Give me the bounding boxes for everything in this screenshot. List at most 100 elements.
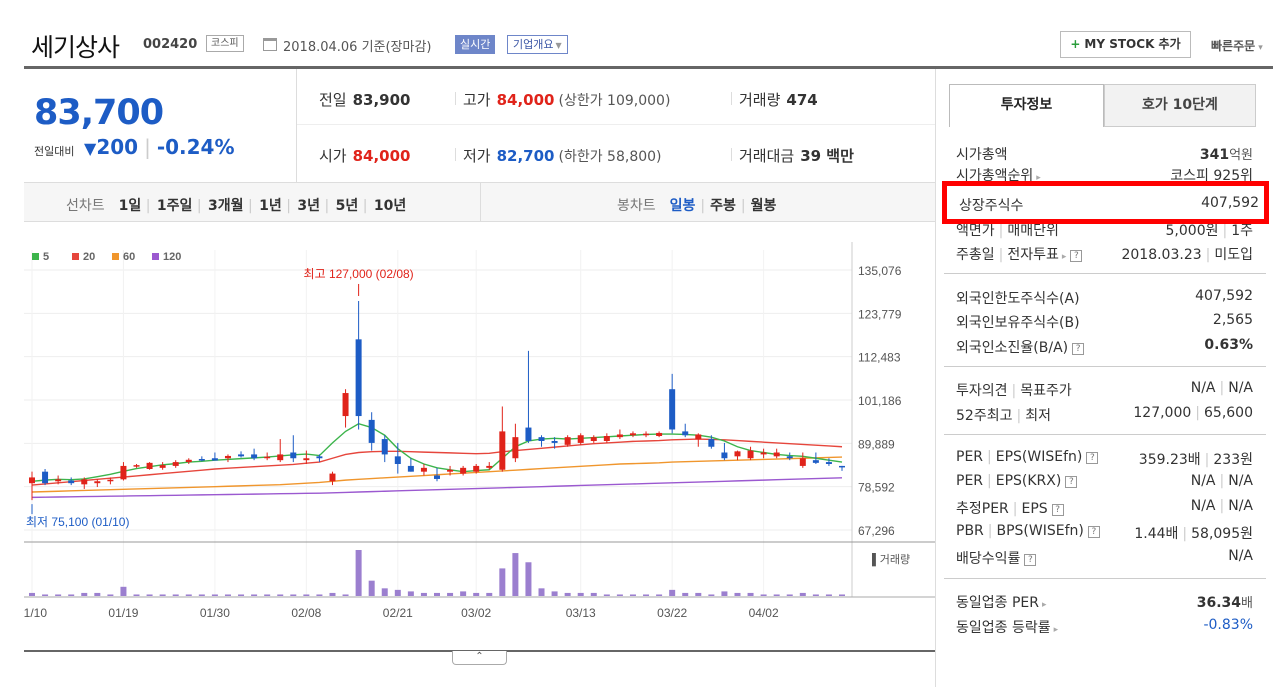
trade-amount: 거래대금 39 백만 [739, 147, 854, 165]
volume-bar [29, 592, 35, 596]
volume-bar [447, 592, 454, 596]
market-cap-row: 시가총액 341억원 [956, 147, 1253, 163]
legend-label: 20 [83, 251, 95, 263]
x-tick-label: 03/13 [566, 606, 596, 620]
candlestick-chart[interactable]: 135,076 123,779 112,483 101,186 89,889 78,592… [17, 222, 935, 650]
candle-body [643, 433, 650, 436]
volume-bar [473, 592, 480, 596]
candle-body [812, 460, 819, 463]
candle-body [368, 419, 375, 443]
realtime-button[interactable]: 실시간 [455, 35, 496, 54]
candle-body [721, 452, 728, 459]
volume-bar [238, 594, 245, 596]
legend-swatch [112, 253, 119, 260]
quick-order-button[interactable]: 빠른주문 ▾ [1211, 37, 1263, 54]
volume-bar [303, 594, 310, 596]
volume-bar [381, 588, 388, 596]
candle-body [486, 465, 493, 468]
y-tick-label: 67,296 [858, 524, 895, 538]
candle-body [68, 480, 75, 484]
candle-body [224, 455, 231, 459]
per-krx-row: PER | EPS(KRX)? N/A | N/A [956, 473, 1253, 489]
base-date: 2018.04.06 기준(장마감) [283, 40, 432, 55]
tab-3month[interactable]: 3개월 [208, 198, 244, 214]
y-tick-label: 78,592 [858, 481, 895, 495]
company-overview-button[interactable]: 기업개요 ▼ [507, 35, 568, 54]
volume-bar [159, 594, 166, 596]
volume-bar [368, 580, 375, 596]
candle-body [394, 456, 401, 465]
volume-bar [839, 594, 845, 596]
tab-3year[interactable]: 3년 [297, 198, 320, 214]
candle-body [460, 467, 467, 474]
candle-body [355, 339, 362, 417]
tab-5year[interactable]: 5년 [336, 198, 359, 214]
volume-bar [799, 592, 806, 596]
help-icon[interactable]: ? [1051, 504, 1064, 516]
volume-bar [616, 594, 623, 596]
volume-bar [773, 594, 780, 596]
tab-10year[interactable]: 10년 [374, 198, 406, 214]
tab-daily[interactable]: 일봉 [670, 198, 696, 214]
legend-label: 5 [43, 251, 49, 263]
help-icon[interactable]: ? [1086, 452, 1099, 464]
low-price: 저가 82,700 (하한가 58,800) [463, 147, 662, 165]
calendar-icon [263, 38, 277, 51]
candle-body [695, 434, 702, 440]
candle-body [825, 462, 832, 465]
volume-bar [669, 589, 676, 596]
volume-bar [55, 594, 62, 596]
help-icon[interactable]: ? [1070, 250, 1083, 262]
candle-body [146, 462, 153, 469]
change-amount: 200 [96, 135, 139, 159]
volume-bar [812, 594, 819, 596]
tab-order-book[interactable]: 호가 10단계 [1104, 84, 1256, 127]
volume-bar [512, 553, 519, 596]
volume-bar [629, 594, 636, 596]
candle-body [734, 451, 741, 457]
open-price: 시가 84,000 [319, 147, 411, 165]
volume-bar [81, 592, 88, 596]
volume-bar [682, 592, 689, 596]
stock-name: 세기상사 [31, 33, 120, 62]
candle-body [473, 465, 480, 472]
listed-shares-highlight: 상장주식수 407,592 [942, 181, 1269, 224]
price-summary: 83,700 전일대비 ▼200 | -0.24% [24, 69, 297, 182]
foreign-hold-row: 외국인보유주식수(B) 2,565 [956, 312, 1253, 331]
volume-bar [198, 594, 205, 596]
help-icon[interactable]: ? [1072, 343, 1085, 355]
tab-investment-info[interactable]: 투자정보 [949, 84, 1104, 127]
candle-body [81, 479, 88, 485]
52week-row: 52주최고 | 최저 127,000 | 65,600 [956, 405, 1253, 424]
tab-1day[interactable]: 1일 [119, 198, 142, 214]
help-icon[interactable]: ? [1024, 554, 1037, 566]
candle-body [799, 458, 806, 466]
tab-1week[interactable]: 1주일 [157, 198, 193, 214]
volume-bar [68, 594, 75, 596]
add-mystock-button[interactable]: + MY STOCK 추가 [1060, 31, 1191, 58]
tab-weekly[interactable]: 주봉 [710, 198, 736, 214]
volume-bar [211, 594, 218, 596]
industry-change-row[interactable]: 동일업종 등락률 ▸ -0.83% [956, 617, 1253, 637]
candle-body [551, 440, 558, 443]
candle-body [42, 471, 49, 484]
volume-bar [486, 592, 493, 596]
candle-body [590, 437, 597, 441]
help-icon[interactable]: ? [1087, 526, 1100, 538]
volume-bar [290, 594, 297, 596]
opinion-row: 투자의견 | 목표주가 N/A | N/A [956, 380, 1253, 399]
market-badge: 코스피 [206, 35, 244, 52]
tab-monthly[interactable]: 월봉 [751, 198, 777, 214]
listed-shares-label: 상장주식수 [959, 198, 1024, 214]
candle-body [342, 393, 349, 417]
help-icon[interactable]: ? [1065, 476, 1078, 488]
volume-bar [329, 592, 336, 596]
price-stats: 전일 83,900 고가 84,000 (상한가 109,000) 거래량 474 시가… [297, 69, 935, 182]
foreign-ratio-row: 외국인소진율(B/A)? 0.63% [956, 337, 1253, 356]
y-tick-label: 89,889 [858, 437, 895, 451]
legend-label: 60 [123, 251, 135, 263]
industry-per-row[interactable]: 동일업종 PER ▸ 36.34배 [956, 592, 1253, 612]
candle-body [669, 389, 676, 430]
collapse-chart-button[interactable]: ⌃ [452, 651, 507, 665]
tab-1year[interactable]: 1년 [259, 198, 282, 214]
